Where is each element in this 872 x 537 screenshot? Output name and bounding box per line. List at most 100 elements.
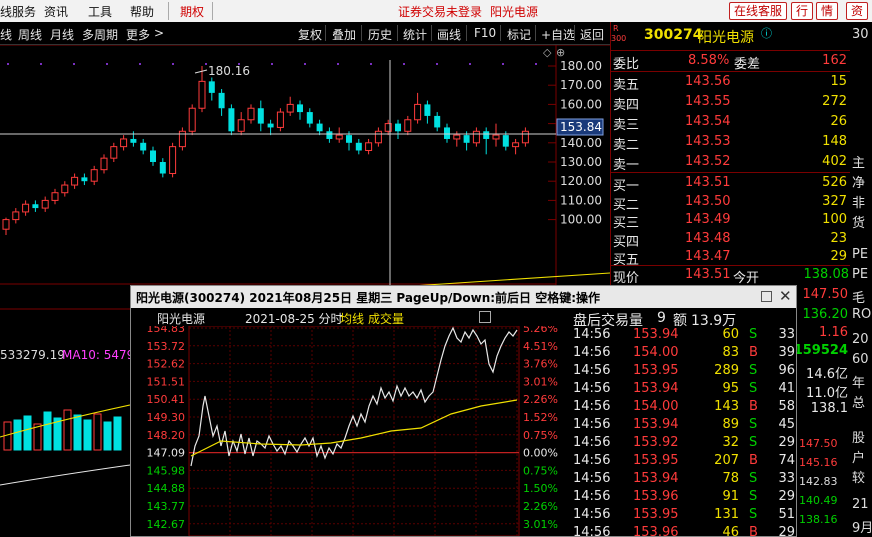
price-label: 143.77 (147, 500, 186, 513)
tick-price: 153.96 (633, 489, 679, 504)
tick-volume: 60 (722, 327, 739, 342)
r-code: 300 (611, 34, 627, 43)
sell-order-row[interactable]: 卖三 143.54 26 (611, 112, 851, 133)
volume-bar (103, 421, 112, 451)
candlestick-chart[interactable]: 180.00170.00160.00150.00140.00130.00120.… (0, 45, 610, 285)
misc-value: 138.1 (810, 401, 848, 416)
trade-tick-row[interactable]: 14:56 153.95 131 S 51 (571, 506, 799, 524)
percent-label: 0.75% (523, 429, 558, 442)
grid-dot (502, 63, 504, 65)
candle-body (120, 138, 128, 148)
popup-titlebar[interactable]: 阳光电源(300274) 2021年08月25日 星期三 PageUp/Down… (131, 286, 796, 308)
tick-count: 51 (778, 507, 795, 522)
statistics-button[interactable]: 统计 (403, 26, 427, 43)
sell-order-row[interactable]: 卖五 143.56 15 (611, 72, 851, 93)
grid-dot (304, 63, 306, 65)
buy-order-row[interactable]: 买一 143.51 526 (611, 173, 851, 194)
trade-tick-row[interactable]: 14:56 153.94 78 S 33 (571, 470, 799, 488)
buy-order-row[interactable]: 买二 143.50 327 (611, 192, 851, 213)
volume-bar (63, 409, 72, 451)
draw-line-button[interactable]: 画线 (437, 26, 461, 43)
add-watchlist-button[interactable]: +自选 (541, 26, 575, 43)
info-circle-icon[interactable]: ⓘ (761, 25, 772, 41)
after-hours-volume: 9 (657, 310, 666, 326)
chart-option-icon[interactable] (479, 311, 491, 323)
info-button[interactable]: 资 (846, 2, 869, 20)
close-icon[interactable]: ✕ (779, 287, 792, 305)
percent-label: 2.26% (523, 500, 558, 513)
tick-count: 39 (778, 345, 795, 360)
price-line (190, 326, 518, 467)
tick-time: 14:56 (573, 363, 611, 378)
trade-tick-row[interactable]: 14:56 154.00 83 B 39 (571, 344, 799, 362)
trade-tick-row[interactable]: 14:56 153.95 289 S 96 (571, 362, 799, 380)
tab-multi-period[interactable]: 多周期 (82, 26, 118, 43)
sell-order-row[interactable]: 卖二 143.53 148 (611, 132, 851, 153)
last-price-value: 143.51 (685, 267, 731, 282)
menu-help[interactable]: 帮助 (130, 3, 154, 20)
buy-price: 143.47 (685, 249, 731, 265)
menu-divider (212, 2, 213, 20)
restore-rights-button[interactable]: 复权 (298, 26, 322, 43)
volume-legend: 成交量 (368, 312, 405, 326)
pin-icon[interactable]: ⊕ (556, 46, 565, 59)
sell-order-row[interactable]: 卖一 143.52 402 (611, 152, 851, 173)
maximize-icon[interactable] (761, 291, 772, 302)
price-axis-label: 110.00 (560, 193, 602, 207)
tab-line[interactable]: 线 (0, 26, 12, 43)
tab-weekly[interactable]: 周线 (18, 26, 42, 43)
trade-tick-row[interactable]: 14:56 154.00 143 B 58 (571, 398, 799, 416)
trade-tick-row[interactable]: 14:56 153.95 207 B 74 (571, 452, 799, 470)
tab-more[interactable]: 更多 (126, 26, 150, 43)
volume-bar (13, 419, 22, 451)
avg-line-legend: 均线 (340, 312, 365, 326)
buy-volume: 29 (830, 249, 847, 265)
sell-price: 143.53 (685, 134, 731, 149)
quote-button-right[interactable]: 情 (816, 2, 839, 20)
history-button[interactable]: 历史 (368, 26, 392, 43)
diamond-icon[interactable]: ◇ (543, 46, 552, 59)
trade-tick-row[interactable]: 14:56 153.94 89 S 45 (571, 416, 799, 434)
menu-options[interactable]: 期权 (180, 3, 204, 20)
buy-volume: 23 (830, 230, 847, 246)
candle-body (404, 119, 412, 132)
menu-tools[interactable]: 工具 (88, 3, 112, 20)
candle-body (150, 150, 156, 162)
candle-body (374, 130, 382, 144)
f10-button[interactable]: F10 (474, 26, 496, 40)
chevron-right-icon[interactable]: > (154, 26, 164, 40)
chart-grid (0, 45, 610, 285)
float-amount-value: 11.0亿 (806, 386, 848, 401)
trade-tick-row[interactable]: 14:56 153.92 32 S 29 (571, 434, 799, 452)
intraday-popup[interactable]: 阳光电源(300274) 2021年08月25日 星期三 PageUp/Down… (130, 285, 797, 537)
trade-ticks-list[interactable]: 14:56 153.94 60 S 33 14:56 154.00 83 B 39… (571, 326, 799, 536)
price-label: 150.41 (147, 393, 186, 406)
online-service-button[interactable]: 在线客服 (729, 2, 788, 20)
candle-body (472, 130, 480, 144)
trade-tick-row[interactable]: 14:56 153.94 60 S 33 (571, 326, 799, 344)
menu-news[interactable]: 资讯 (44, 3, 68, 20)
overlay-button[interactable]: 叠加 (332, 26, 356, 43)
stock-name: 阳光电源 (698, 30, 754, 46)
buy-order-row[interactable]: 买三 143.49 100 (611, 210, 851, 231)
mini-axis-label: 142.83 (799, 475, 838, 488)
menu-service[interactable]: 线服务 (0, 3, 36, 20)
tick-count: 33 (778, 471, 795, 486)
quote-button-left[interactable]: 行 (791, 2, 814, 20)
sell-order-row[interactable]: 卖四 143.55 272 (611, 92, 851, 113)
back-button[interactable]: 返回 (580, 26, 604, 43)
mark-button[interactable]: 标记 (507, 26, 531, 43)
far-right-column: 30 主净非货 PE PE 毛 RO 20 60 年总股户较 21 9月 (850, 22, 872, 536)
trade-tick-row[interactable]: 14:56 153.96 46 B 29 (571, 524, 799, 536)
tick-direction: S (749, 363, 758, 378)
trade-tick-row[interactable]: 14:56 153.96 91 S 29 (571, 488, 799, 506)
trade-tick-row[interactable]: 14:56 153.94 95 S 41 (571, 380, 799, 398)
grid-dot (7, 63, 9, 65)
intraday-chart[interactable]: 154.83 5.26% 153.72 4.51% 152.62 3.76% 151.51 3… (131, 326, 571, 536)
popup-stock-name: 阳光电源 (157, 312, 206, 326)
tab-monthly[interactable]: 月线 (50, 26, 74, 43)
stock-code: 300274 (644, 27, 703, 43)
buy-order-row[interactable]: 买四 143.48 23 (611, 229, 851, 250)
tick-direction: B (749, 399, 758, 414)
sell-volume: 26 (830, 114, 847, 129)
